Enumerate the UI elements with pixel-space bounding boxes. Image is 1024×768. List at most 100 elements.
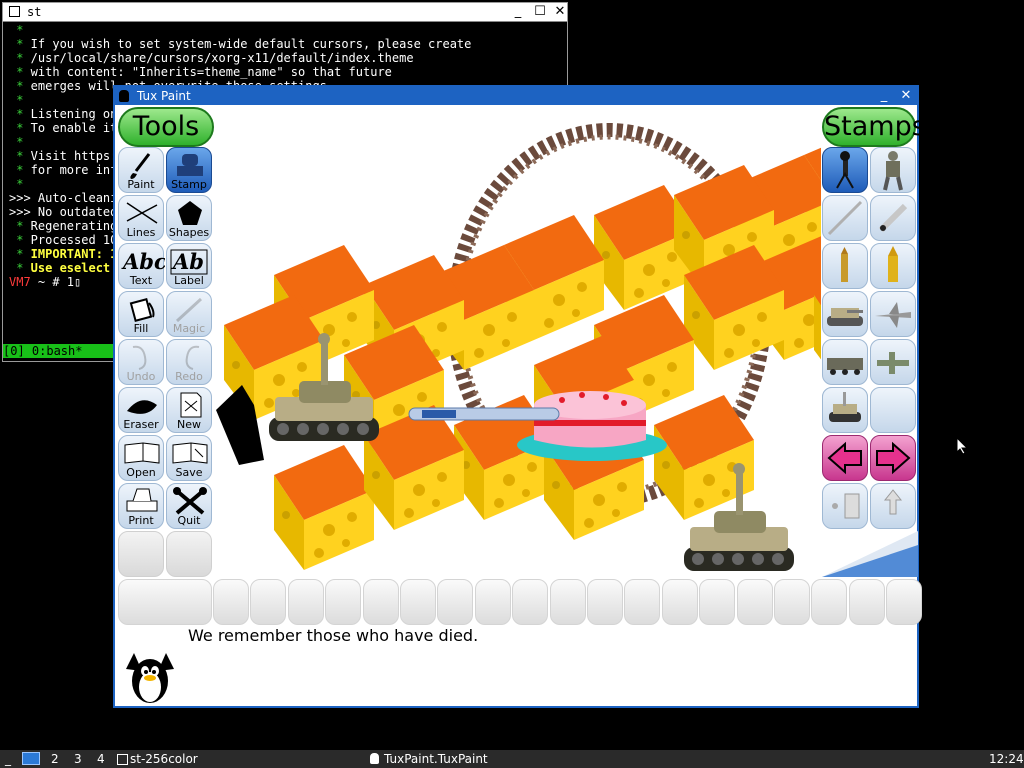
close-icon[interactable]: ✕ [897,87,915,105]
terminal-line: * [9,23,24,37]
tool-print[interactable]: Print [118,483,164,529]
plane-stamp-icon[interactable] [870,339,916,385]
color-swatch[interactable] [848,579,885,625]
tool-label: Text [129,274,153,287]
bullet-stamp-icon[interactable] [822,243,868,289]
taskbar-menu-button[interactable]: _ [5,750,11,768]
tool-new[interactable]: New [166,387,212,433]
color-swatch[interactable] [250,579,287,625]
workspace-1-icon[interactable] [22,752,40,765]
taskbar-window-tuxpaint[interactable]: TuxPaint.TuxPaint [384,750,488,768]
color-swatch[interactable] [774,579,810,625]
color-swatch[interactable] [474,579,511,625]
drawing-canvas[interactable] [214,105,821,577]
color-swatch[interactable] [362,579,399,625]
quit-icon [167,487,211,515]
empty-tool-slot [118,531,164,577]
terminal-title: st [27,5,42,19]
next-stamp-button[interactable] [870,435,916,481]
color-swatch[interactable] [811,579,848,625]
tool-paint[interactable]: Paint [118,147,164,193]
taskbar: _ 2 3 4 st-256color TuxPaint.TuxPaint 12… [0,750,1024,768]
tool-label[interactable]: Ab Label [166,243,212,289]
svg-text:Abc: Abc [121,249,165,274]
color-swatch[interactable] [287,579,324,625]
tool-text[interactable]: Abc Text [118,243,167,289]
color-swatch[interactable] [437,579,474,625]
instruction-text: We remember those who have died. [188,626,479,645]
stamps-header: Stamps [822,107,926,147]
taskbar-window-st[interactable]: st-256color [130,750,198,768]
jet-stamp-icon[interactable] [870,291,916,337]
tool-open[interactable]: Open [118,435,164,481]
color-swatch[interactable] [512,579,549,625]
color-swatch[interactable] [587,579,623,625]
tool-eraser[interactable]: Eraser [118,387,164,433]
tool-label: Open [126,466,156,479]
window-menu-icon[interactable] [9,6,20,17]
stamp-flip-button[interactable] [870,483,916,529]
tool-stamp[interactable]: Stamp [166,147,212,193]
tmux-window: [0] 0:bash* [3,344,83,358]
maximize-icon[interactable]: ☐ [531,3,549,21]
tuxpaint-titlebar[interactable]: Tux Paint _ ✕ [115,87,917,105]
color-swatch[interactable] [661,579,698,625]
color-swatch[interactable] [624,579,661,625]
tool-label: Lines [126,226,156,239]
minimize-icon[interactable]: _ [875,87,893,105]
color-swatch[interactable] [736,579,773,625]
tool-lines[interactable]: Lines [118,195,164,241]
tool-magic[interactable]: Magic [166,291,212,337]
tool-label: Shapes [168,226,210,239]
sword-stamp-icon[interactable] [822,195,868,241]
tank-stamp-icon[interactable] [822,291,868,337]
microphone-stamp-icon[interactable] [822,147,868,193]
workspace-3[interactable]: 3 [74,750,82,768]
prev-stamp-button[interactable] [822,435,868,481]
stamp-size-slider[interactable] [822,531,918,577]
bolt-stamp-icon[interactable] [870,195,916,241]
tool-quit[interactable]: Quit [166,483,212,529]
tuxpaint-window[interactable]: Tux Paint _ ✕ Tools Stamps We remember t… [113,85,926,708]
tool-redo[interactable]: Redo [166,339,212,385]
label-icon: Ab [167,247,211,275]
color-swatch[interactable] [699,579,736,625]
apc-stamp-icon[interactable] [822,339,868,385]
bucket-icon [119,295,163,323]
text-icon: Abc [119,247,167,275]
undo-icon [119,343,163,371]
tool-label: Magic [172,322,206,335]
tool-label: Undo [126,370,156,383]
color-swatch[interactable] [549,579,586,625]
empty-stamp-slot [870,387,916,433]
stamp-mirror-button[interactable] [822,483,868,529]
color-swatch[interactable] [213,579,249,625]
workspace-4[interactable]: 4 [97,750,105,768]
empty-tool-slot [166,531,212,577]
tank2-stamp-icon[interactable] [822,387,868,433]
workspace-2[interactable]: 2 [51,750,59,768]
soldier-stamp-icon[interactable] [870,147,916,193]
redo-icon [167,343,211,371]
current-color-swatch[interactable] [118,579,212,625]
terminal-titlebar[interactable]: st _ ☐ ✕ [3,3,567,22]
new-page-icon [167,391,211,419]
pentagon-icon [167,199,211,227]
save-book-icon [167,439,211,467]
close-icon[interactable]: ✕ [551,3,569,21]
tool-label: New [177,418,201,431]
tool-label: Redo [175,370,203,383]
tool-label: Label [174,274,204,287]
tool-save[interactable]: Save [166,435,212,481]
tool-shapes[interactable]: Shapes [166,195,212,241]
minimize-icon[interactable]: _ [509,3,527,21]
color-swatch[interactable] [325,579,362,625]
color-swatch[interactable] [886,579,923,625]
tux-task-icon [370,753,379,764]
tool-fill[interactable]: Fill [118,291,164,337]
shell-stamp-icon[interactable] [870,243,916,289]
svg-text:Ab: Ab [171,249,204,274]
eraser-icon [119,391,163,419]
tool-undo[interactable]: Undo [118,339,164,385]
color-swatch[interactable] [400,579,436,625]
